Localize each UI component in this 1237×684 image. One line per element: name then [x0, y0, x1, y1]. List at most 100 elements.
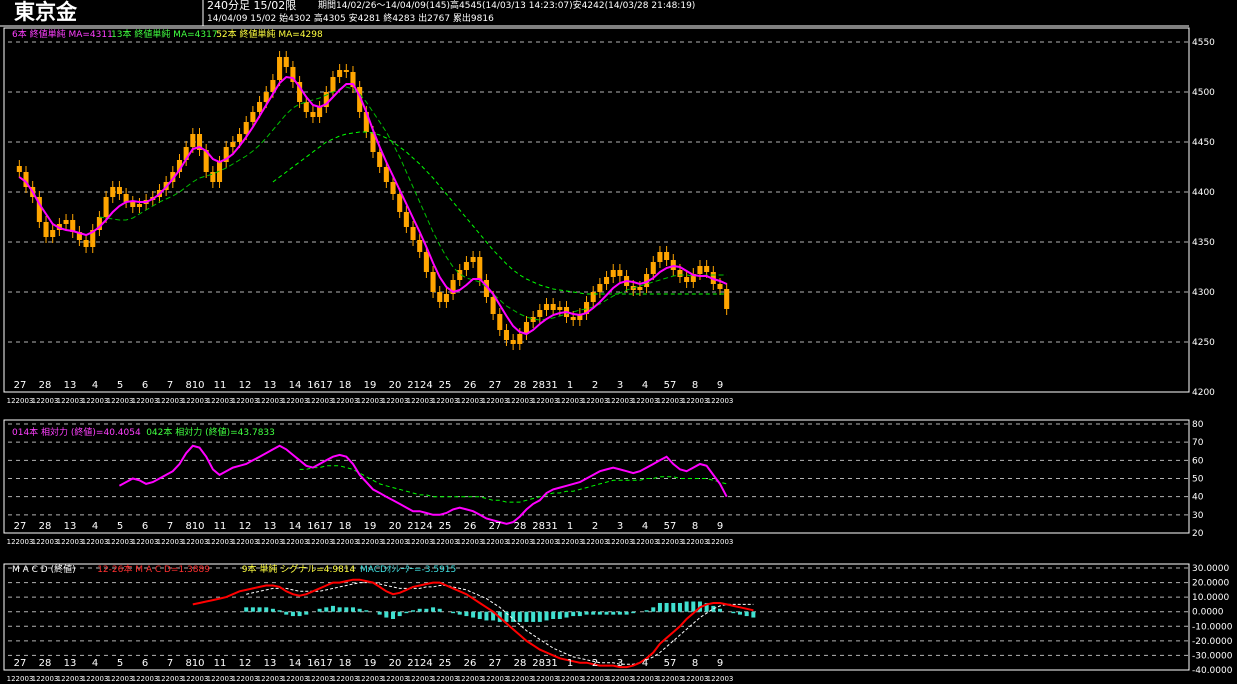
x-day-label: 26	[464, 658, 477, 669]
x-day-label: 2831	[532, 658, 557, 669]
x-hour-label: 122003	[707, 538, 734, 546]
x-hour-label: 122003	[432, 397, 459, 405]
candle-body	[510, 340, 516, 344]
x-hour-label: 122003	[632, 397, 659, 405]
x-hour-label: 122003	[357, 675, 384, 683]
x-hour-label: 122003	[382, 675, 409, 683]
x-hour-label: 122003	[407, 675, 434, 683]
x-hour-label: 122003	[207, 397, 234, 405]
chart-area: 420042504300435044004450450045506本 終値単純 …	[0, 0, 1233, 683]
candle-body	[63, 220, 69, 224]
candle-body	[443, 294, 449, 302]
candle-body	[430, 272, 436, 292]
y-tick-label: 20	[1192, 529, 1204, 539]
x-day-label: 4	[642, 521, 648, 532]
x-day-label: 20	[389, 521, 402, 532]
x-hour-label: 122003	[482, 675, 509, 683]
x-day-label: 13	[264, 521, 277, 532]
x-day-label: 9	[717, 380, 723, 391]
x-hour-label: 122003	[582, 538, 609, 546]
candle-body	[637, 287, 643, 290]
x-day-label: 27	[14, 521, 27, 532]
x-hour-label: 122003	[307, 397, 334, 405]
x-day-label: 57	[664, 658, 677, 669]
x-day-label: 57	[664, 380, 677, 391]
x-hour-label: 122003	[232, 675, 259, 683]
x-hour-label: 122003	[7, 675, 34, 683]
x-hour-label: 122003	[607, 538, 634, 546]
x-day-label: 6	[142, 380, 148, 391]
legend-macd: 9本 単純 シグナル=4.9814	[242, 563, 356, 575]
signal-line	[246, 582, 754, 665]
y-tick-label: 4550	[1192, 38, 1215, 48]
y-tick-label: -40.0000	[1192, 666, 1233, 676]
x-day-label: 4	[642, 380, 648, 391]
x-day-label: 27	[489, 380, 502, 391]
x-day-label: 12	[239, 658, 252, 669]
x-hour-label: 122003	[457, 397, 484, 405]
candle-body	[550, 304, 556, 310]
candle-body	[110, 187, 116, 197]
candle-body	[116, 187, 122, 194]
y-tick-label: 60	[1192, 456, 1204, 466]
candle-body	[463, 262, 469, 270]
legend-price: 13本 終値単純 MA=4317	[111, 28, 218, 40]
candle-body	[16, 166, 22, 172]
x-hour-label: 122003	[532, 397, 559, 405]
y-tick-label: 4250	[1192, 338, 1215, 348]
x-hour-label: 122003	[657, 397, 684, 405]
x-hour-label: 122003	[557, 675, 584, 683]
x-hour-label: 122003	[257, 538, 284, 546]
x-day-label: 28	[514, 380, 527, 391]
rsi14-line	[118, 444, 728, 525]
x-day-label: 57	[664, 521, 677, 532]
x-day-label: 2	[592, 521, 598, 532]
x-hour-label: 122003	[307, 538, 334, 546]
x-hour-label: 122003	[682, 675, 709, 683]
candle-body	[677, 270, 683, 277]
x-hour-label: 122003	[82, 397, 109, 405]
x-day-label: 810	[185, 380, 204, 391]
candle-body	[664, 252, 670, 260]
x-hour-label: 122003	[582, 675, 609, 683]
x-hour-label: 122003	[182, 397, 209, 405]
x-hour-label: 122003	[182, 538, 209, 546]
candle-body	[657, 252, 663, 262]
x-day-label: 3	[617, 380, 623, 391]
x-day-label: 7	[167, 658, 173, 669]
x-hour-label: 122003	[132, 675, 159, 683]
x-day-label: 2	[592, 380, 598, 391]
x-day-label: 1617	[307, 380, 332, 391]
x-day-label: 5	[117, 380, 123, 391]
x-hour-label: 122003	[632, 675, 659, 683]
candle-body	[283, 57, 289, 67]
x-day-label: 11	[214, 521, 227, 532]
x-day-label: 14	[289, 521, 302, 532]
x-day-label: 1	[567, 380, 573, 391]
x-hour-label: 122003	[532, 675, 559, 683]
x-hour-label: 122003	[32, 397, 59, 405]
x-hour-label: 122003	[132, 538, 159, 546]
x-day-label: 13	[64, 380, 77, 391]
x-day-label: 13	[264, 658, 277, 669]
candle-body	[130, 202, 136, 207]
candle-body	[317, 107, 323, 117]
x-hour-label: 122003	[282, 397, 309, 405]
x-day-label: 28	[514, 658, 527, 669]
x-day-label: 2124	[407, 521, 432, 532]
x-day-label: 4	[642, 658, 648, 669]
x-day-label: 2124	[407, 658, 432, 669]
x-hour-label: 122003	[507, 675, 534, 683]
candle-body	[237, 134, 243, 142]
x-hour-label: 122003	[232, 538, 259, 546]
candle-body	[303, 102, 309, 112]
y-tick-label: 4500	[1192, 88, 1215, 98]
candle-body	[337, 70, 343, 77]
candle-body	[610, 270, 616, 277]
candle-body	[470, 257, 476, 262]
x-hour-label: 122003	[382, 397, 409, 405]
candle-body	[50, 230, 56, 237]
x-hour-label: 122003	[182, 675, 209, 683]
y-tick-label: 80	[1192, 420, 1204, 430]
x-hour-label: 122003	[532, 538, 559, 546]
